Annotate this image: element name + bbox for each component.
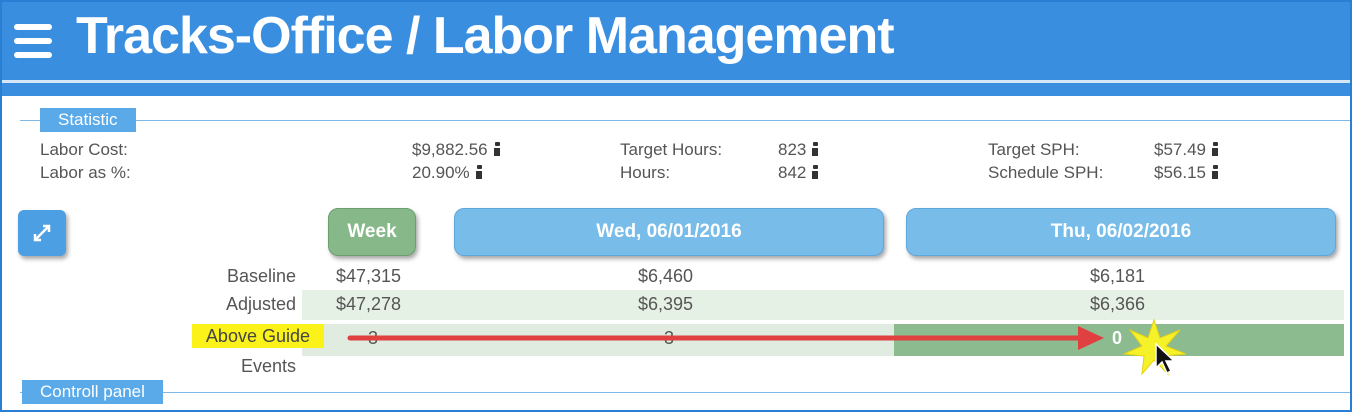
target-hours-amount: 823 [778,140,807,159]
adjusted-thu: $6,366 [1090,294,1146,314]
target-sph-value: $57.49 [1154,140,1220,160]
schedule-sph-amount: $56.15 [1154,163,1206,182]
schedule-sph-value: $56.15 [1154,163,1220,183]
info-icon[interactable] [810,165,820,179]
control-panel-divider [20,392,1350,393]
labor-cost-amount: $9,882.56 [412,140,488,159]
expand-icon [33,224,51,242]
info-icon[interactable] [1210,165,1220,179]
labor-cost-label: Labor Cost: [40,140,128,159]
expand-button[interactable] [18,210,66,256]
tab-day-wed[interactable]: Wed, 06/01/2016 [454,208,884,256]
row-label-adjusted: Adjusted [225,294,296,314]
target-hours-label: Target Hours: [620,140,723,159]
row-label-baseline: Baseline [226,266,296,286]
statistic-divider [20,120,1350,121]
baseline-week: $47,315 [336,266,402,286]
app-window: Tracks-Office / Labor Management Statist… [0,0,1352,412]
annotation-arrow-icon [347,326,1104,350]
adjusted-wed: $6,395 [638,294,694,314]
labor-pct-label: Labor as %: [40,163,131,182]
above-guide-label: Above Guide [191,324,324,348]
labor-cost-value: $9,882.56 [412,140,502,160]
baseline-thu: $6,181 [1090,266,1146,286]
target-sph-label: Target SPH: [988,140,1080,159]
tab-day-thu[interactable]: Thu, 06/02/2016 [906,208,1336,256]
labor-pct-value: 20.90% [412,163,484,183]
hours-label: Hours: [620,163,671,182]
section-label-statistic: Statistic [40,108,136,132]
mouse-cursor-icon [1155,342,1176,375]
tab-week[interactable]: Week [328,208,416,256]
app-header: Tracks-Office / Labor Management [2,2,1350,96]
baseline-wed: $6,460 [638,266,694,286]
hours-amount: 842 [778,163,807,182]
header-divider [2,80,1350,83]
target-sph-amount: $57.49 [1154,140,1206,159]
app-title: Tracks-Office / Labor Management [76,7,895,65]
adjusted-week: $47,278 [336,294,402,314]
labor-pct-amount: 20.90% [412,163,470,182]
hours-value: 842 [778,163,820,183]
row-label-above-guide: Above Guide [191,324,324,348]
info-icon[interactable] [492,142,502,156]
section-label-control-panel: Controll panel [22,380,163,404]
target-hours-value: 823 [778,140,820,160]
row-label-events: Events [240,356,296,376]
info-icon[interactable] [810,142,820,156]
menu-icon[interactable] [14,24,52,58]
adjusted-row-band [302,290,1344,320]
schedule-sph-label: Schedule SPH: [988,163,1104,182]
info-icon[interactable] [1210,142,1220,156]
info-icon[interactable] [474,165,484,179]
